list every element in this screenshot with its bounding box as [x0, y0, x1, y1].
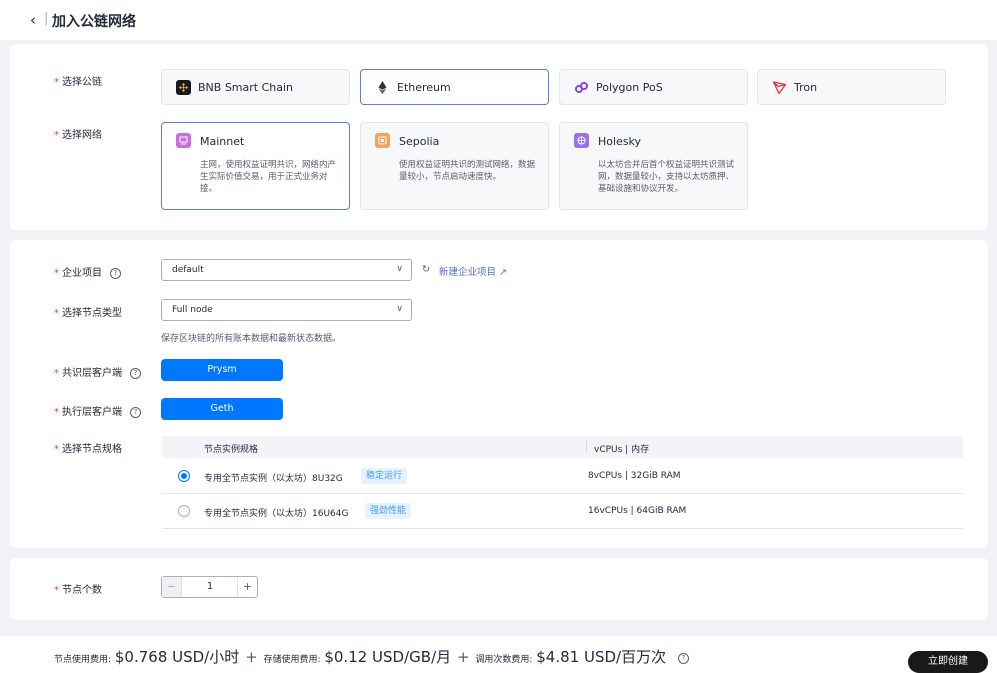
storage-fee-label: 存储使用费用: [263, 655, 321, 665]
refresh-icon[interactable]: ↻ [422, 264, 430, 275]
help-icon[interactable]: ? [110, 267, 121, 279]
page-title: 加入公链网络 [52, 14, 136, 30]
network-option-desc: 主网，使用权益证明共识，网络内产生实际价值交易，用于正式业务对接。 [200, 160, 337, 194]
new-project-link[interactable]: 新建企业项目 ↗ [439, 264, 507, 278]
increment-button[interactable]: + [237, 577, 257, 597]
price-footer: 节点使用费用: $0.768 USD/小时 + 存储使用费用: $0.12 US… [0, 636, 997, 673]
spec-label: * 选择节点规格 [54, 444, 122, 455]
mainnet-icon [176, 133, 191, 148]
chain-option-tron[interactable]: Tron [757, 69, 946, 105]
plus-sign: + [245, 648, 258, 666]
consensus-client-button[interactable]: Prysm [161, 359, 283, 381]
decrement-button[interactable]: − [162, 577, 182, 597]
sepolia-icon [375, 133, 390, 148]
node-fee-label: 节点使用费用: [54, 655, 112, 665]
spec-resources: 8vCPUs | 32GiB RAM [588, 471, 681, 481]
spec-tag: 强劲性能 [365, 503, 412, 519]
node-fee-value: $0.768 USD/小时 [114, 648, 240, 666]
column-divider [586, 441, 587, 453]
spec-radio[interactable] [178, 505, 190, 517]
node-type-hint: 保存区块链的所有账本数据和最新状态数据。 [161, 334, 342, 344]
network-option-desc: 以太坊合并后首个权益证明共识测试网，数据量较小，支持以太坊质押、基础设施和协议开… [598, 160, 735, 194]
bnb-icon [176, 80, 191, 95]
polygon-icon [574, 80, 589, 95]
project-label: * 企业项目? [54, 264, 121, 279]
network-option-title: Mainnet [200, 135, 245, 148]
ethereum-icon [375, 80, 390, 95]
network-option-holesky[interactable]: Holesky 以太坊合并后首个权益证明共识测试网，数据量较小，支持以太坊质押、… [559, 122, 748, 210]
chain-option-label: BNB Smart Chain [198, 81, 294, 94]
chain-option-ethereum[interactable]: Ethereum [360, 69, 549, 105]
quantity-stepper: − 1 + [161, 576, 258, 598]
help-icon[interactable]: ? [130, 406, 141, 418]
table-row[interactable]: 专用全节点实例（以太坊）8U32G 稳定运行 8vCPUs | 32GiB RA… [162, 459, 963, 494]
spec-tag: 稳定运行 [361, 468, 408, 484]
resource-column-header: vCPUs | 内存 [594, 445, 650, 455]
spec-name: 专用全节点实例（以太坊）16U64G [204, 509, 349, 519]
table-row[interactable]: 专用全节点实例（以太坊）16U64G 强劲性能 16vCPUs | 64GiB … [162, 494, 963, 529]
execution-client-button[interactable]: Geth [161, 398, 283, 420]
node-type-label: * 选择节点类型 [54, 308, 122, 319]
spec-resources: 16vCPUs | 64GiB RAM [588, 506, 687, 516]
chain-option-bnb[interactable]: BNB Smart Chain [161, 69, 350, 105]
count-label: * 节点个数 [54, 585, 102, 596]
title-separator: | [44, 11, 49, 26]
chevron-down-icon: ∨ [396, 264, 403, 274]
call-fee-value: $4.81 USD/百万次 [536, 648, 667, 666]
quantity-value[interactable]: 1 [182, 581, 238, 592]
network-option-sepolia[interactable]: Sepolia 使用权益证明共识的测试网络，数据量较小，节点启动速度快。 [360, 122, 549, 210]
network-option-title: Sepolia [399, 135, 440, 148]
chevron-down-icon: ∨ [396, 304, 403, 314]
spec-column-header: 节点实例规格 [204, 445, 259, 455]
chain-option-label: Tron [794, 81, 818, 94]
consensus-client-label: * 共识层客户端? [54, 364, 141, 379]
price-summary: 节点使用费用: $0.768 USD/小时 + 存储使用费用: $0.12 US… [54, 646, 689, 667]
storage-fee-value: $0.12 USD/GB/月 [324, 648, 452, 666]
node-count-section [10, 558, 988, 620]
chain-label: * 选择公链 [54, 77, 102, 88]
project-select-value: default [172, 265, 204, 275]
tron-icon [772, 80, 787, 95]
chain-option-label: Polygon PoS [596, 81, 663, 94]
create-now-button[interactable]: 立即创建 [908, 651, 988, 673]
network-option-mainnet[interactable]: Mainnet 主网，使用权益证明共识，网络内产生实际价值交易，用于正式业务对接… [161, 122, 350, 210]
network-option-title: Holesky [598, 135, 642, 148]
help-icon[interactable]: ? [130, 367, 141, 379]
holesky-icon [574, 133, 589, 148]
help-icon[interactable]: ? [677, 653, 689, 664]
spec-name: 专用全节点实例（以太坊）8U32G [204, 474, 343, 484]
node-type-select-value: Full node [172, 305, 213, 315]
project-select[interactable]: default ∨ [161, 259, 412, 281]
back-arrow-icon[interactable]: ‹ [30, 11, 36, 29]
chain-option-label: Ethereum [397, 81, 451, 94]
call-fee-label: 调用次数费用: [475, 655, 533, 665]
plus-sign: + [456, 648, 470, 666]
spec-table-header: 节点实例规格 vCPUs | 内存 [162, 436, 963, 458]
network-option-desc: 使用权益证明共识的测试网络，数据量较小，节点启动速度快。 [399, 160, 536, 182]
top-bar: ‹ | 加入公链网络 [0, 0, 997, 40]
network-label: * 选择网络 [54, 130, 102, 141]
chain-option-polygon[interactable]: Polygon PoS [559, 69, 748, 105]
node-type-select[interactable]: Full node ∨ [161, 299, 412, 321]
spec-radio[interactable] [178, 470, 190, 482]
execution-client-label: * 执行层客户端? [54, 403, 141, 418]
